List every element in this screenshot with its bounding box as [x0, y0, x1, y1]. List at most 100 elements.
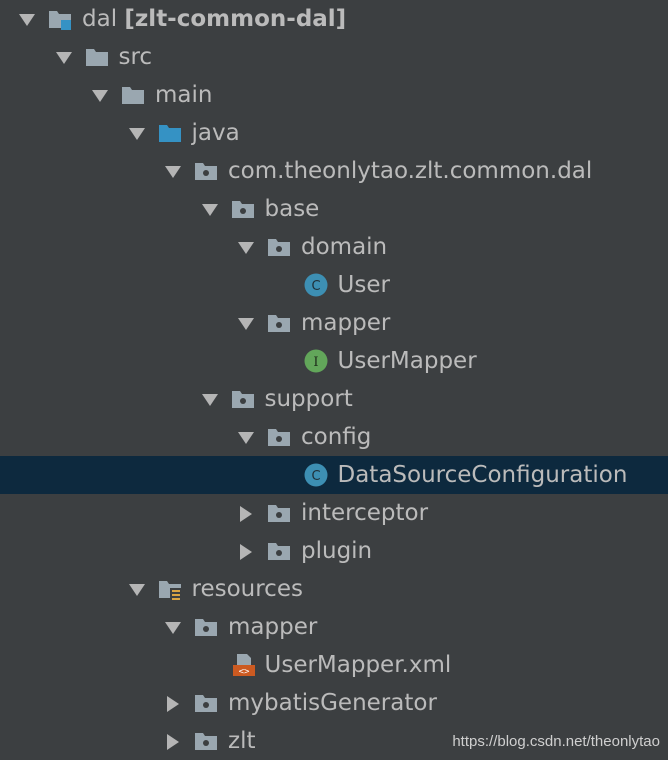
tree-row[interactable]: C User — [0, 266, 668, 304]
tree-item-name: mapper — [301, 310, 391, 336]
tree-row[interactable]: mapper — [0, 608, 668, 646]
tree-item-name: zlt — [228, 728, 256, 754]
svg-text:<>: <> — [238, 667, 249, 677]
tree-row[interactable]: domain — [0, 228, 668, 266]
collapse-arrow-icon[interactable] — [237, 544, 255, 560]
tree-item-name: UserMapper — [337, 348, 477, 374]
tree-row-label: plugin — [301, 532, 372, 570]
tree-row-label: UserMapper — [338, 342, 477, 380]
expand-arrow-icon[interactable] — [128, 126, 146, 142]
tree-row[interactable]: dal [zlt-common-dal] — [0, 0, 668, 38]
tree-row[interactable]: support — [0, 380, 668, 418]
tree-row-label: com.theonlytao.zlt.common.dal — [228, 152, 592, 190]
tree-row[interactable]: <> UserMapper.xml — [0, 646, 668, 684]
tree-item-name: support — [264, 386, 353, 412]
tree-item-name: UserMapper.xml — [264, 652, 452, 678]
tree-row[interactable]: mybatisGenerator — [0, 684, 668, 722]
svg-text:C: C — [311, 469, 320, 484]
tree-row[interactable]: main — [0, 76, 668, 114]
tree-item-name: User — [337, 272, 390, 298]
tree-item-name: plugin — [301, 538, 373, 564]
tree-row[interactable]: plugin — [0, 532, 668, 570]
tree-row[interactable]: config — [0, 418, 668, 456]
tree-row-label: config — [301, 418, 371, 456]
package-icon — [267, 501, 291, 525]
collapse-arrow-icon[interactable] — [237, 506, 255, 522]
tree-row[interactable]: I UserMapper — [0, 342, 668, 380]
tree-row-label: java — [192, 114, 240, 152]
package-icon — [267, 539, 291, 563]
expand-arrow-icon[interactable] — [237, 430, 255, 446]
tree-row[interactable]: java — [0, 114, 668, 152]
package-icon — [231, 197, 255, 221]
tree-row[interactable]: mapper — [0, 304, 668, 342]
tree-row-label: DataSourceConfiguration — [338, 456, 628, 494]
expand-arrow-icon[interactable] — [201, 392, 219, 408]
tree-item-name: com.theonlytao.zlt.common.dal — [228, 158, 593, 184]
module-folder-icon — [48, 7, 72, 31]
tree-item-name: resources — [191, 576, 303, 602]
tree-row-label: User — [338, 266, 390, 304]
tree-item-name: domain — [301, 234, 388, 260]
package-icon — [194, 729, 218, 753]
tree-item-name: dal — [82, 6, 118, 32]
tree-item-name: mapper — [228, 614, 318, 640]
package-icon — [267, 425, 291, 449]
expand-arrow-icon[interactable] — [55, 50, 73, 66]
expand-arrow-icon[interactable] — [237, 240, 255, 256]
tree-row-label: mapper — [228, 608, 317, 646]
watermark: https://blog.csdn.net/theonlytao — [452, 733, 660, 750]
tree-row[interactable]: resources — [0, 570, 668, 608]
tree-row[interactable]: interceptor — [0, 494, 668, 532]
tree-item-name: DataSourceConfiguration — [337, 462, 628, 488]
package-icon — [267, 311, 291, 335]
tree-row-label: dal [zlt-common-dal] — [82, 0, 346, 38]
collapse-arrow-icon[interactable] — [164, 696, 182, 712]
tree-item-name: src — [118, 44, 153, 70]
tree-row-label: main — [155, 76, 212, 114]
tree-item-name: java — [191, 120, 240, 146]
package-icon — [267, 235, 291, 259]
xml-file-icon: <> — [231, 653, 255, 677]
tree-row-label: UserMapper.xml — [265, 646, 452, 684]
package-icon — [194, 691, 218, 715]
tree-item-name: config — [301, 424, 372, 450]
expand-arrow-icon[interactable] — [237, 316, 255, 332]
module-name: [zlt-common-dal] — [124, 6, 347, 32]
project-tree: dal [zlt-common-dal] src main java com.theon… — [0, 0, 668, 760]
svg-text:I: I — [313, 355, 318, 370]
tree-item-name: base — [264, 196, 320, 222]
tree-row-label: base — [265, 190, 320, 228]
package-icon — [231, 387, 255, 411]
tree-row-label: domain — [301, 228, 387, 266]
tree-row[interactable]: base — [0, 190, 668, 228]
tree-row-label: mapper — [301, 304, 390, 342]
expand-arrow-icon[interactable] — [164, 620, 182, 636]
tree-row[interactable]: com.theonlytao.zlt.common.dal — [0, 152, 668, 190]
tree-row[interactable]: C DataSourceConfiguration — [0, 456, 668, 494]
source-root-folder-icon — [158, 121, 182, 145]
tree-row[interactable]: src — [0, 38, 668, 76]
tree-row-label: interceptor — [301, 494, 428, 532]
expand-arrow-icon[interactable] — [164, 164, 182, 180]
tree-row-label: resources — [192, 570, 303, 608]
expand-arrow-icon[interactable] — [201, 202, 219, 218]
expand-arrow-icon[interactable] — [18, 12, 36, 28]
tree-item-name: mybatisGenerator — [228, 690, 437, 716]
tree-item-name: main — [155, 82, 213, 108]
tree-row-label: mybatisGenerator — [228, 684, 437, 722]
svg-text:C: C — [311, 279, 320, 294]
tree-item-name: interceptor — [301, 500, 429, 526]
collapse-arrow-icon[interactable] — [164, 734, 182, 750]
package-icon — [194, 159, 218, 183]
resources-folder-icon — [158, 577, 182, 601]
folder-icon — [85, 45, 109, 69]
class-icon: C — [304, 463, 328, 487]
expand-arrow-icon[interactable] — [128, 582, 146, 598]
tree-row-label: src — [119, 38, 153, 76]
interface-icon: I — [304, 349, 328, 373]
tree-row-label: zlt — [228, 722, 255, 760]
expand-arrow-icon[interactable] — [91, 88, 109, 104]
class-icon: C — [304, 273, 328, 297]
tree-row-label: support — [265, 380, 353, 418]
